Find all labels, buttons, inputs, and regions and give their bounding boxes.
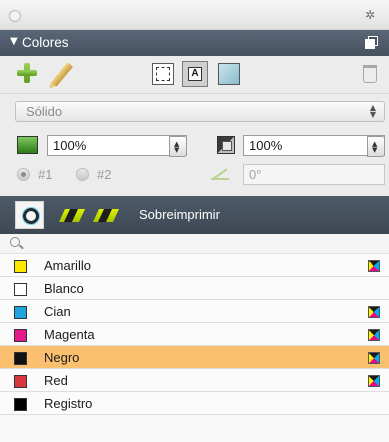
process-color-icon xyxy=(368,306,380,318)
trash-icon[interactable] xyxy=(363,65,377,83)
overprint-bar: Sobreimprimir xyxy=(0,196,389,234)
title-bar: ✲ xyxy=(0,0,389,30)
list-empty-area xyxy=(0,415,389,442)
swatch-color-chip xyxy=(14,398,27,411)
stroke-tint-stepper[interactable]: ▲ ▼ xyxy=(367,136,385,157)
swatch-color-chip xyxy=(14,329,27,342)
fill-color-icon[interactable] xyxy=(17,136,38,154)
gradient-option1-label: #1 xyxy=(38,167,53,182)
process-color-icon xyxy=(368,260,380,272)
fill-tint-value: 100% xyxy=(53,138,87,153)
swatch-color-chip xyxy=(14,260,27,273)
fill-tint-field[interactable]: 100% ▲ ▼ xyxy=(47,135,187,157)
process-color-icon xyxy=(368,329,380,341)
angle-value: 0° xyxy=(249,167,262,182)
new-swatch-icon[interactable] xyxy=(17,63,37,83)
edit-swatch-icon[interactable] xyxy=(50,62,74,87)
image-mode-icon[interactable] xyxy=(218,63,240,85)
panel-title: Colores xyxy=(22,35,69,50)
swatch-name: Magenta xyxy=(44,327,95,342)
swatch-name: Red xyxy=(44,373,68,388)
swatch-color-chip xyxy=(14,306,27,319)
search-row[interactable] xyxy=(0,234,389,254)
overprint-stroke-icon[interactable] xyxy=(92,209,120,222)
close-circle-icon[interactable] xyxy=(9,10,21,22)
swatch-row[interactable]: Registro xyxy=(0,392,389,415)
search-icon xyxy=(10,237,20,247)
swatch-color-chip xyxy=(14,352,27,365)
text-mode-icon[interactable]: A xyxy=(182,61,208,87)
swatch-name: Blanco xyxy=(44,281,84,296)
swatch-color-chip xyxy=(14,375,27,388)
panel-menu-icon[interactable] xyxy=(365,36,378,49)
swatch-name: Negro xyxy=(44,350,80,365)
fill-tint-stepper[interactable]: ▲ ▼ xyxy=(169,136,187,157)
gradient-option2-label: #2 xyxy=(97,167,112,182)
swatch-name: Cian xyxy=(44,304,71,319)
panel-header[interactable]: ▼ Colores xyxy=(0,30,389,56)
swatch-row[interactable]: Red xyxy=(0,369,389,392)
gradient-option1-radio[interactable] xyxy=(17,168,30,181)
overprint-label: Sobreimprimir xyxy=(139,207,220,222)
gear-icon[interactable]: ✲ xyxy=(365,8,375,22)
swatch-toolbar: A xyxy=(0,56,389,94)
swatch-name: Registro xyxy=(44,396,93,411)
fill-type-select[interactable]: Sólido ▲ ▼ xyxy=(15,101,385,122)
text-mode-glyph: A xyxy=(188,67,202,81)
swatch-row[interactable]: Negro xyxy=(0,346,389,369)
swatch-list: Amarillo Blanco Cian Magenta Negro Red Registr… xyxy=(0,254,389,415)
swatch-row[interactable]: Cian xyxy=(0,300,389,323)
stroke-tint-value: 100% xyxy=(249,138,283,153)
chevron-updown-icon: ▲ ▼ xyxy=(369,103,376,119)
angle-field[interactable]: 0° xyxy=(243,164,385,185)
swatch-name: Amarillo xyxy=(44,258,91,273)
gradient-option2-radio[interactable] xyxy=(76,168,89,181)
process-color-icon xyxy=(368,375,380,387)
fill-type-value: Sólido xyxy=(26,104,63,119)
swatch-color-chip xyxy=(14,283,27,296)
swatch-target-icon[interactable] xyxy=(15,201,44,229)
frame-mode-icon[interactable] xyxy=(152,63,174,85)
swatch-row[interactable]: Magenta xyxy=(0,323,389,346)
overprint-fill-icon[interactable] xyxy=(58,209,86,222)
angle-icon xyxy=(211,166,231,182)
stroke-color-icon[interactable] xyxy=(217,136,235,154)
swatch-row[interactable]: Blanco xyxy=(0,277,389,300)
process-color-icon xyxy=(368,352,380,364)
collapse-triangle-icon[interactable]: ▼ xyxy=(10,36,18,47)
swatch-row[interactable]: Amarillo xyxy=(0,254,389,277)
stroke-tint-field[interactable]: 100% ▲ ▼ xyxy=(243,135,385,157)
